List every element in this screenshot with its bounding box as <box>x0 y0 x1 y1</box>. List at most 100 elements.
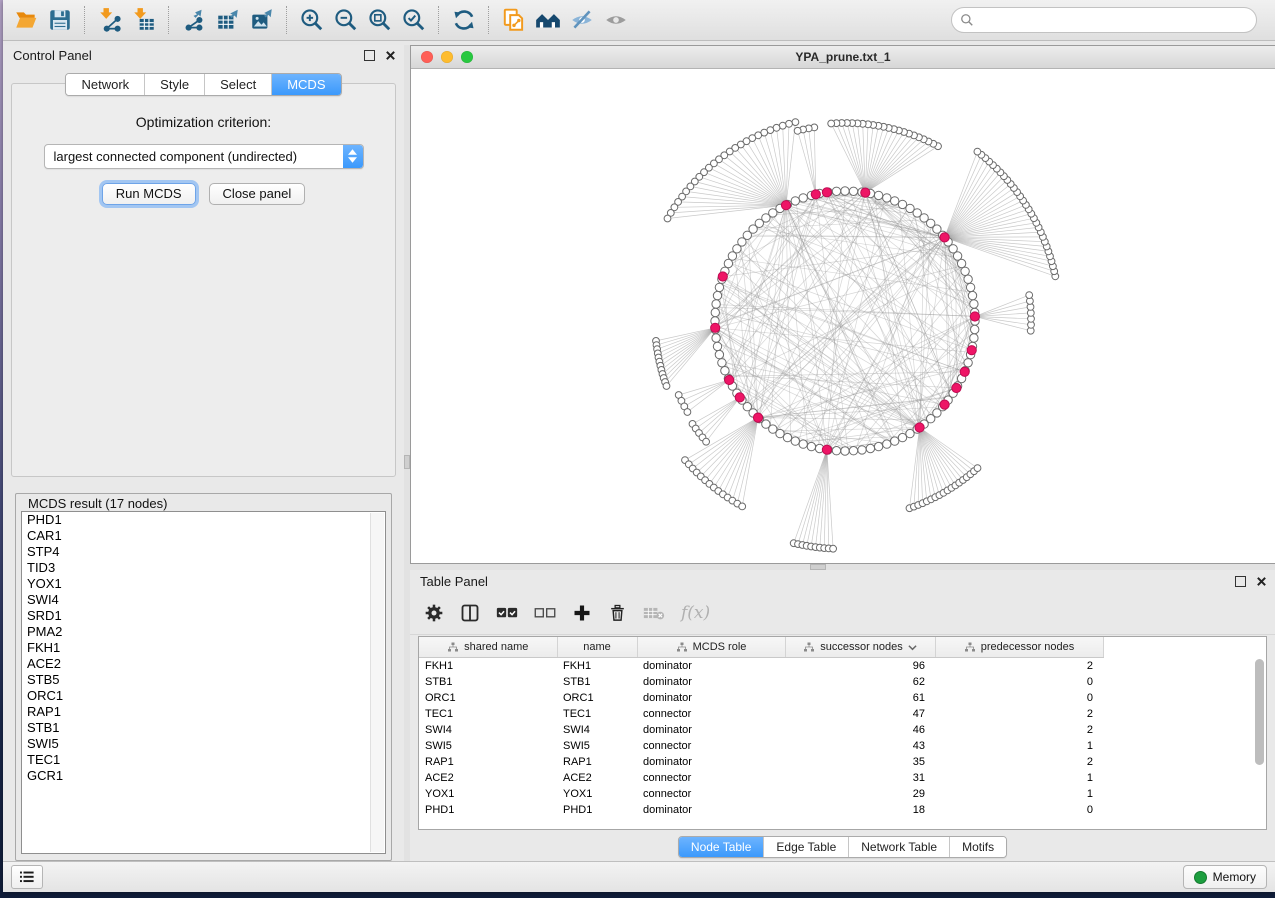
cell-mcds_role[interactable]: dominator <box>637 722 785 738</box>
cell-shared_name[interactable]: RAP1 <box>419 754 557 770</box>
delete-table-icon[interactable] <box>643 605 665 621</box>
cell-predecessor_nodes[interactable]: 0 <box>935 802 1103 818</box>
cell-mcds_role[interactable]: connector <box>637 706 785 722</box>
float-panel-icon[interactable] <box>364 50 375 61</box>
float-panel-icon[interactable] <box>1235 576 1246 587</box>
table-row[interactable]: RAP1RAP1dominator352 <box>419 754 1266 770</box>
maximize-window-icon[interactable] <box>461 51 473 63</box>
close-panel-icon[interactable] <box>1256 576 1267 587</box>
close-window-icon[interactable] <box>421 51 433 63</box>
settings-gear-icon[interactable] <box>424 603 444 623</box>
export-network-icon[interactable] <box>177 4 211 36</box>
tab-motifs[interactable]: Motifs <box>950 837 1006 857</box>
run-mcds-button[interactable]: Run MCDS <box>102 183 196 205</box>
cell-predecessor_nodes[interactable]: 2 <box>935 658 1103 675</box>
cell-successor_nodes[interactable]: 35 <box>785 754 935 770</box>
cell-mcds_role[interactable]: connector <box>637 770 785 786</box>
cell-successor_nodes[interactable]: 47 <box>785 706 935 722</box>
cell-successor_nodes[interactable]: 18 <box>785 802 935 818</box>
cell-predecessor_nodes[interactable]: 1 <box>935 738 1103 754</box>
cell-predecessor_nodes[interactable]: 2 <box>935 722 1103 738</box>
cell-successor_nodes[interactable]: 29 <box>785 786 935 802</box>
show-all-eye-icon[interactable] <box>599 4 633 36</box>
mcds-result-item[interactable]: ORC1 <box>22 688 385 704</box>
tab-node-table[interactable]: Node Table <box>679 837 765 857</box>
cell-predecessor_nodes[interactable]: 2 <box>935 754 1103 770</box>
mcds-result-item[interactable]: SWI4 <box>22 592 385 608</box>
memory-button[interactable]: Memory <box>1183 865 1267 889</box>
cell-mcds_role[interactable]: connector <box>637 786 785 802</box>
col-predecessor-nodes[interactable]: predecessor nodes <box>935 637 1103 658</box>
cell-mcds_role[interactable]: dominator <box>637 674 785 690</box>
import-table-icon[interactable] <box>127 4 161 36</box>
mcds-result-item[interactable]: STB5 <box>22 672 385 688</box>
cell-name[interactable]: PHD1 <box>557 802 637 818</box>
save-session-icon[interactable] <box>43 4 77 36</box>
close-panel-icon[interactable] <box>385 50 396 61</box>
mcds-result-item[interactable]: PHD1 <box>22 512 385 528</box>
deselect-all-icon[interactable] <box>534 606 556 620</box>
mcds-result-item[interactable]: FKH1 <box>22 640 385 656</box>
cell-successor_nodes[interactable]: 61 <box>785 690 935 706</box>
open-file-icon[interactable] <box>9 4 43 36</box>
tab-network[interactable]: Network <box>66 74 145 95</box>
cell-successor_nodes[interactable]: 96 <box>785 658 935 675</box>
mcds-result-item[interactable]: GCR1 <box>22 768 385 784</box>
cell-shared_name[interactable]: ACE2 <box>419 770 557 786</box>
first-neighbors-home-icon[interactable] <box>531 4 565 36</box>
cell-mcds_role[interactable]: dominator <box>637 658 785 675</box>
close-panel-button[interactable]: Close panel <box>209 183 306 205</box>
table-row[interactable]: PHD1PHD1dominator180 <box>419 802 1266 818</box>
mcds-result-list[interactable]: PHD1CAR1STP4TID3YOX1SWI4SRD1PMA2FKH1ACE2… <box>21 511 386 854</box>
cell-predecessor_nodes[interactable]: 0 <box>935 674 1103 690</box>
cell-predecessor_nodes[interactable]: 1 <box>935 786 1103 802</box>
export-image-icon[interactable] <box>245 4 279 36</box>
table-scrollbar-thumb[interactable] <box>1255 659 1264 765</box>
mcds-result-item[interactable]: YOX1 <box>22 576 385 592</box>
cell-name[interactable]: TEC1 <box>557 706 637 722</box>
mcds-result-item[interactable]: TEC1 <box>22 752 385 768</box>
cell-shared_name[interactable]: TEC1 <box>419 706 557 722</box>
table-row[interactable]: SWI4SWI4dominator462 <box>419 722 1266 738</box>
table-row[interactable]: FKH1FKH1dominator962 <box>419 658 1266 675</box>
tab-mcds[interactable]: MCDS <box>272 74 340 95</box>
cell-successor_nodes[interactable]: 31 <box>785 770 935 786</box>
cell-shared_name[interactable]: STB1 <box>419 674 557 690</box>
tab-select[interactable]: Select <box>205 74 272 95</box>
horizontal-splitter[interactable] <box>410 564 1275 570</box>
cell-name[interactable]: STB1 <box>557 674 637 690</box>
mcds-result-item[interactable]: PMA2 <box>22 624 385 640</box>
cell-predecessor_nodes[interactable]: 0 <box>935 690 1103 706</box>
table-row[interactable]: TEC1TEC1connector472 <box>419 706 1266 722</box>
cell-successor_nodes[interactable]: 62 <box>785 674 935 690</box>
cell-name[interactable]: ACE2 <box>557 770 637 786</box>
export-table-icon[interactable] <box>211 4 245 36</box>
mcds-result-item[interactable]: CAR1 <box>22 528 385 544</box>
task-history-button[interactable] <box>11 865 43 889</box>
cell-predecessor_nodes[interactable]: 2 <box>935 706 1103 722</box>
cell-shared_name[interactable]: PHD1 <box>419 802 557 818</box>
mcds-result-item[interactable]: ACE2 <box>22 656 385 672</box>
cell-mcds_role[interactable]: dominator <box>637 690 785 706</box>
col-name[interactable]: name <box>557 637 637 658</box>
cell-name[interactable]: FKH1 <box>557 658 637 675</box>
cell-predecessor_nodes[interactable]: 1 <box>935 770 1103 786</box>
cell-name[interactable]: SWI5 <box>557 738 637 754</box>
select-all-icon[interactable] <box>496 605 518 621</box>
mcds-result-item[interactable]: SRD1 <box>22 608 385 624</box>
tab-style[interactable]: Style <box>145 74 205 95</box>
cell-shared_name[interactable]: FKH1 <box>419 658 557 675</box>
zoom-selected-icon[interactable] <box>397 4 431 36</box>
network-window-titlebar[interactable]: YPA_prune.txt_1 <box>411 46 1275 69</box>
mcds-result-item[interactable]: RAP1 <box>22 704 385 720</box>
cell-shared_name[interactable]: SWI4 <box>419 722 557 738</box>
mcds-result-item[interactable]: TID3 <box>22 560 385 576</box>
table-row[interactable]: SWI5SWI5connector431 <box>419 738 1266 754</box>
import-network-icon[interactable] <box>93 4 127 36</box>
optimization-criterion-dropdown[interactable]: largest connected component (undirected) <box>44 144 364 169</box>
mcds-result-item[interactable]: STB1 <box>22 720 385 736</box>
table-row[interactable]: ORC1ORC1dominator610 <box>419 690 1266 706</box>
search-field[interactable] <box>951 7 1257 33</box>
table-row[interactable]: ACE2ACE2connector311 <box>419 770 1266 786</box>
cell-mcds_role[interactable]: connector <box>637 738 785 754</box>
